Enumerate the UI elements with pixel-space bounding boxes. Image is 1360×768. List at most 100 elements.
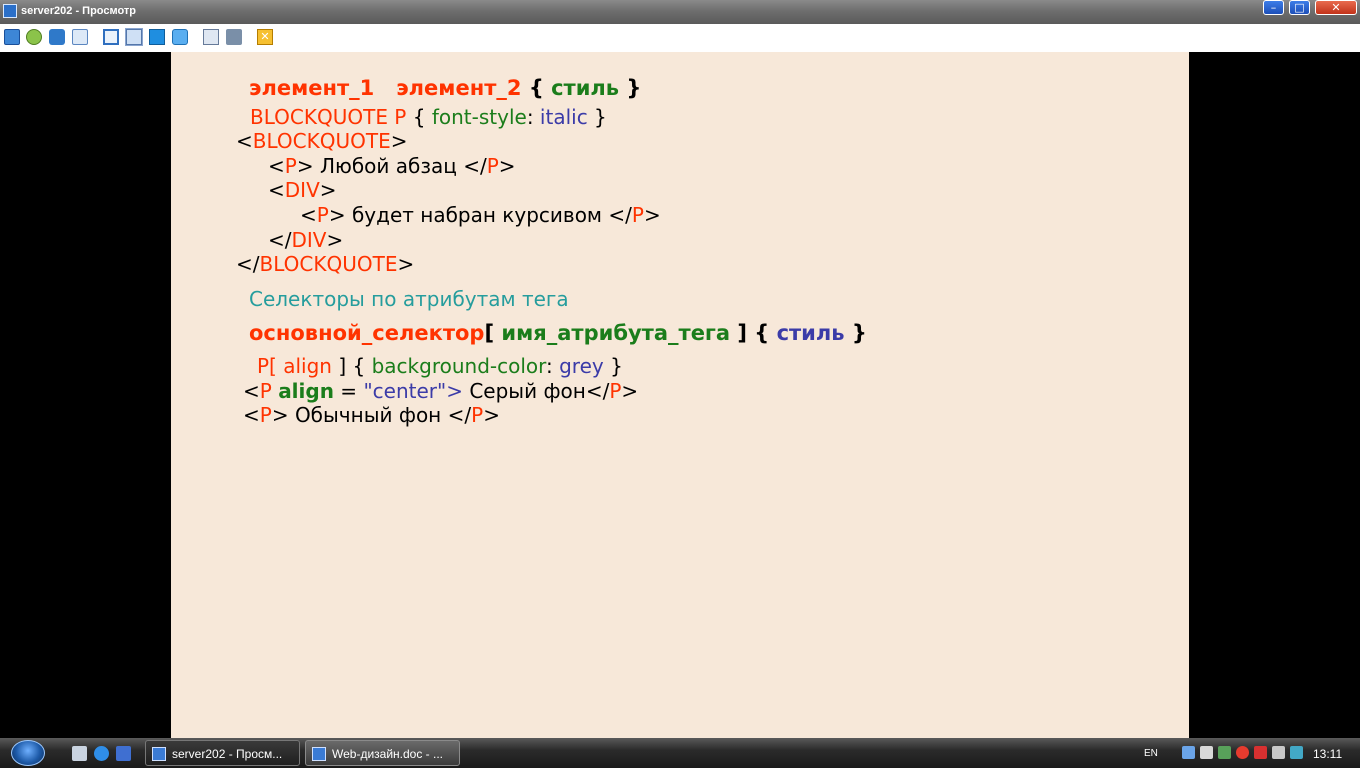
token: > Обычный фон </ [271,403,472,427]
token: > [621,379,639,403]
token: italic [539,105,588,129]
token: > [643,203,661,227]
slide-line-4: <P> Любой абзац </P> [268,154,516,178]
close-button[interactable]: ✕ [1315,0,1357,15]
volume-icon[interactable] [1200,746,1213,759]
minimize-icon: – [1270,1,1277,14]
token: < [268,154,285,178]
quicklaunch-app-icon[interactable] [116,746,131,761]
show-desktop-icon[interactable] [72,746,87,761]
token: " [363,379,373,403]
token: P [316,203,329,227]
taskbar-button-word-doc[interactable]: Web-дизайн.doc - ... [305,740,460,766]
token: DIV [291,228,327,252]
app-icon [3,4,17,18]
internet-explorer-icon[interactable] [94,746,109,761]
network-icon[interactable] [1182,746,1195,759]
antivirus-icon[interactable] [1236,746,1249,759]
slide-line-5: <DIV> [268,178,337,202]
token: > [390,129,408,153]
token: { [412,105,426,129]
language-indicator[interactable]: EN [1144,748,1158,759]
token: align [278,379,334,403]
slide-content: элемент_1 элемент_2 { стиль } BLOCKQUOTE… [171,52,1189,738]
token: элемент_2 [396,76,522,100]
token: P [486,154,499,178]
remote-view-icon [152,747,166,761]
token: стиль [776,321,845,345]
token: стиль [551,76,620,100]
token: BLOCKQUOTE [252,129,391,153]
token: основной_селектор [249,321,485,345]
token: > будет набран курсивом </ [328,203,632,227]
slide-line-2: BLOCKQUOTE P { font-style: italic } [250,105,607,129]
toolbar: ✕ [0,24,1360,52]
token: : [526,105,534,129]
start-button[interactable] [11,740,45,766]
taskbar: server202 - Просм... Web-дизайн.doc - ..… [0,738,1360,768]
taskbar-button-server202[interactable]: server202 - Просм... [145,740,300,766]
token: > [446,379,463,403]
system-clock[interactable]: 13:11 [1313,747,1342,761]
token: < [243,403,260,427]
tools-tray-icon[interactable] [1272,746,1285,759]
phone-icon[interactable] [49,29,65,45]
token: center [372,379,437,403]
fullscreen-icon[interactable] [4,29,20,45]
token: > [498,154,516,178]
chat-icon[interactable] [72,29,88,45]
minimize-button[interactable]: – [1263,0,1284,15]
scale-icon[interactable] [149,29,165,45]
window-title: server202 - Просмотр [21,5,137,17]
tools-icon[interactable] [226,29,242,45]
refresh-icon[interactable] [172,29,188,45]
token: BLOCKQUOTE P [250,105,407,129]
display-icon[interactable] [1290,746,1303,759]
connect-icon[interactable] [26,29,42,45]
slide-line-6: <P> будет набран курсивом </P> [300,203,661,227]
token: DIV [284,178,320,202]
token: > [483,403,500,427]
maximize-button[interactable]: □ [1289,0,1310,15]
token: P[ [257,354,277,378]
token: } [610,354,623,378]
slide-line-10: P[ align ] { background-color: grey } [257,354,623,378]
token: } [851,321,867,345]
security-shield-icon[interactable] [1254,746,1267,759]
word-icon [312,747,326,761]
token: grey [559,354,604,378]
slide-line-3: <BLOCKQUOTE> [236,129,407,153]
window-icon[interactable] [103,29,119,45]
slide-line-8: </BLOCKQUOTE> [236,252,414,276]
tray-app-icon[interactable] [1218,746,1231,759]
token: P [609,379,622,403]
token: [ [484,321,495,345]
token: > [326,228,344,252]
token: } [594,105,607,129]
token: background-color [371,354,546,378]
task-label: server202 - Просм... [172,747,283,761]
slide-line-11: <P align = "center"> Серый фон</P> [243,379,638,403]
section-heading: Селекторы по атрибутам тега [249,287,569,311]
clipboard-icon[interactable] [203,29,219,45]
token: BLOCKQUOTE [259,252,398,276]
token: P [284,154,297,178]
window-title-bar[interactable]: server202 - Просмотр – □ ✕ [0,0,1360,24]
token: P [471,403,484,427]
token: Серый фон</ [462,379,610,403]
token: > [319,178,337,202]
token: < [243,379,260,403]
token: = [333,379,364,403]
token: ] { [737,321,770,345]
token: < [236,129,253,153]
token: ] { [338,354,366,378]
slide-line-12: <P> Обычный фон </P> [243,403,500,427]
token: < [268,178,285,202]
token: P [631,203,644,227]
token: > Любой абзац </ [296,154,487,178]
token: font-style [431,105,527,129]
close-session-icon[interactable]: ✕ [257,29,273,45]
fit-icon[interactable] [125,28,143,46]
close-icon: ✕ [1331,1,1341,14]
token: элемент_1 [249,76,375,100]
